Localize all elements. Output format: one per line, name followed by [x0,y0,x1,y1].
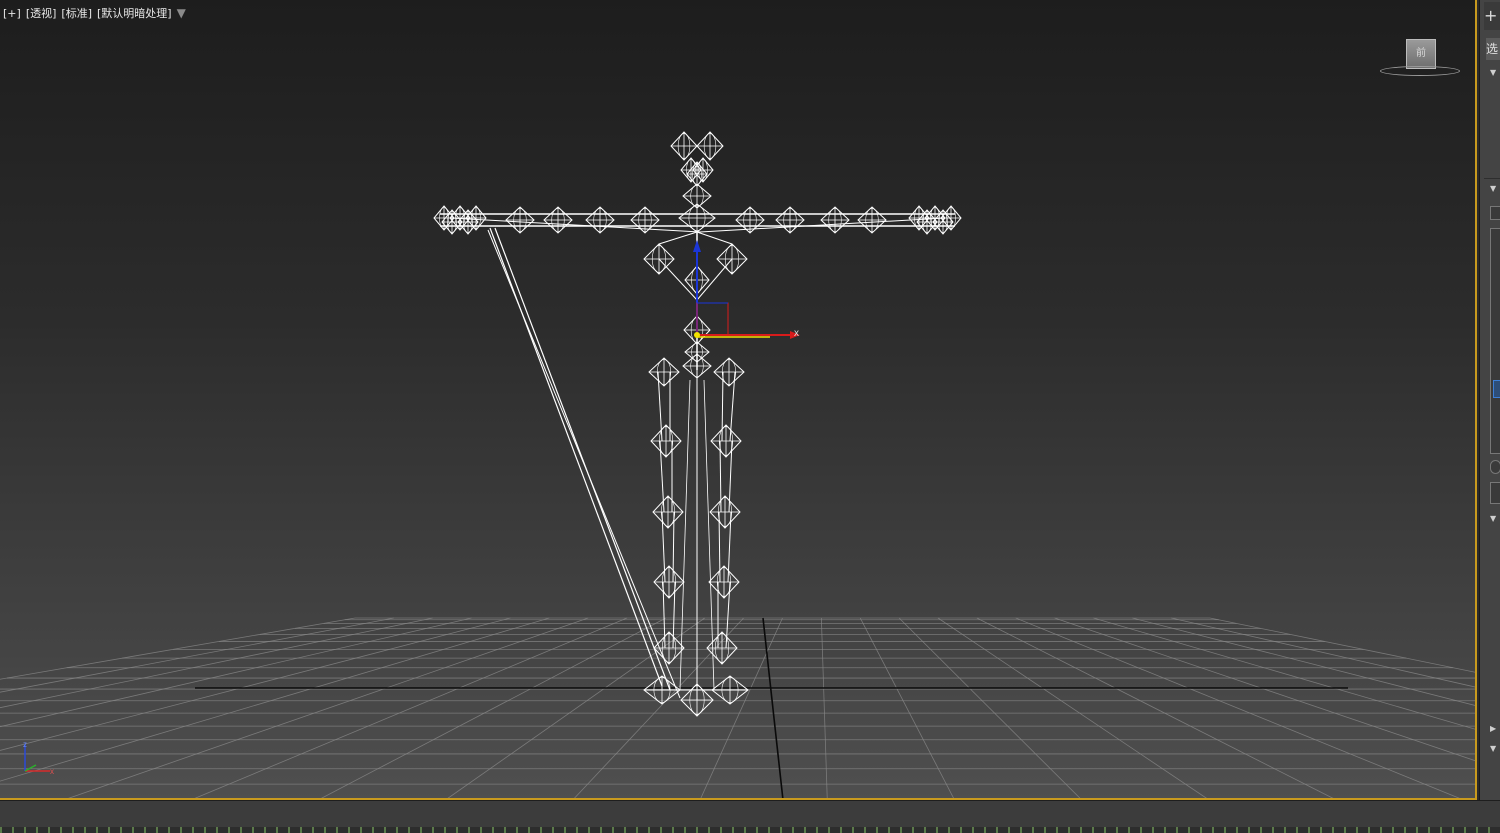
command-panel-tab[interactable]: 选 [1486,38,1500,60]
bone-line [449,217,701,233]
joint-octahedron [648,357,680,387]
joint-octahedron [585,206,615,234]
grid-line [820,617,828,800]
transform-gizmo[interactable]: x [693,240,800,339]
grid-line [1171,617,1477,688]
joint-octahedron [678,203,716,233]
grid-line [898,617,1083,800]
grid-line [859,617,955,800]
grid-line [976,617,1337,800]
viewcube-compass-ring[interactable] [1380,66,1460,76]
bone-line [721,371,724,442]
joint-octahedron [706,631,738,665]
filter-icon[interactable]: ▼ [177,6,186,20]
axis-tripod-icon: z x [23,740,54,776]
joint-octahedron [857,206,887,234]
grid-center-line [762,617,784,800]
ground-grid [0,617,1477,800]
grid-line [1209,617,1477,674]
radio-button[interactable] [1490,460,1500,474]
grid-line [1054,617,1477,762]
joint-octahedron [775,206,805,234]
viewport-label-menu: [+] [透视] [标准] [默认明暗处理] ▼ [3,5,186,21]
grid-line [0,617,472,728]
grid-line [445,617,706,800]
viewcube[interactable]: 前 [1380,36,1460,78]
joint-octahedron [710,424,742,458]
checkbox[interactable] [1490,206,1500,220]
grid-line [0,617,550,782]
joint-octahedron [652,495,684,529]
joint-octahedron [543,206,573,234]
grid-line [190,617,628,800]
panel-divider [1484,178,1500,179]
bone-line [494,227,671,691]
chevron-down-icon[interactable]: ▼ [1490,68,1496,77]
joint-octahedron [692,157,714,183]
grid-line [63,617,589,800]
joint-octahedron [820,206,850,234]
gizmo-x-label: x [794,328,799,339]
chevron-right-icon[interactable]: ▶ [1490,724,1496,733]
viewport-pov-menu[interactable]: [透视] [26,5,57,21]
grid-line [1093,617,1477,731]
selected-list-item[interactable] [1493,380,1500,398]
joint-octahedron [708,565,740,599]
joint-octahedron [713,357,745,387]
joint-octahedron [735,206,765,234]
joint-octahedron [505,206,535,234]
viewport-display-mode-menu[interactable]: [默认明暗处理] [97,5,172,21]
bone-line [696,231,733,245]
timeline-track[interactable] [0,827,1500,833]
joint-octahedron [670,131,698,161]
viewport-plus-menu[interactable]: [+] [3,7,21,20]
tripod-x-label: x [50,767,54,776]
grid-line [317,617,667,800]
joint-octahedron [650,424,682,458]
bone-line [658,258,698,301]
viewport-shading-preset-menu[interactable]: [标准] [61,5,92,21]
bone-line [703,379,715,691]
bone-line [679,379,691,691]
joint-octahedron [709,495,741,529]
chevron-down-icon[interactable]: ▼ [1490,744,1496,753]
create-plus-icon[interactable]: + [1484,2,1500,30]
status-bar [0,800,1500,833]
viewcube-face[interactable]: 前 [1406,39,1436,69]
tripod-z-label: z [23,740,27,749]
tripod-y-axis [24,764,37,772]
gizmo-center[interactable] [694,332,700,338]
panel-button[interactable] [1490,482,1500,504]
joint-octahedron [696,131,724,161]
chevron-down-icon[interactable]: ▼ [1490,184,1496,193]
grid-line [0,617,433,709]
grid-line [937,617,1210,800]
gizmo-z-arrowhead[interactable] [693,240,701,252]
joint-octahedron [653,565,685,599]
chevron-down-icon[interactable]: ▼ [1490,514,1496,523]
list-box[interactable] [1490,228,1500,454]
perspective-viewport[interactable]: x [+] [透视] [标准] [默认明暗处理] ▼ 前 z x [0,0,1477,800]
viewport-scene[interactable]: x [0,0,1477,800]
bone-line [658,231,698,245]
grid-line [1132,617,1477,707]
command-panel-strip[interactable]: + 选 ▼ ▼ ▼ ▶ ▼ [1479,0,1500,800]
